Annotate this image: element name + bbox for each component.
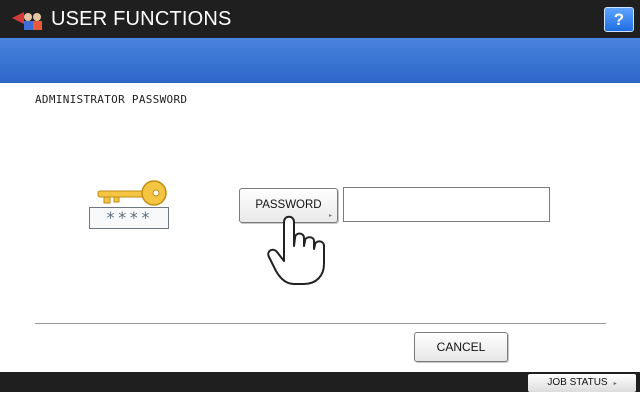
page-title: USER FUNCTIONS [51, 8, 232, 30]
job-status-button[interactable]: JOB STATUS ▸ [528, 374, 636, 392]
password-field[interactable] [343, 187, 550, 222]
arrow-right-icon: ▸ [613, 381, 617, 387]
help-button[interactable]: ? [604, 7, 634, 32]
screen: USER FUNCTIONS ? ADMINISTRATOR PASSWORD … [0, 0, 640, 392]
main-panel: ADMINISTRATOR PASSWORD **** PASSWORD ▸ C… [0, 83, 640, 372]
title-bar: USER FUNCTIONS ? [0, 0, 640, 38]
section-label: ADMINISTRATOR PASSWORD [35, 93, 188, 106]
divider [35, 323, 606, 324]
user-functions-icon [12, 12, 42, 30]
job-status-label: JOB STATUS [547, 377, 608, 388]
header-band [0, 38, 640, 83]
password-mask-indicator: **** [89, 207, 169, 229]
hand-pointer-icon [267, 215, 325, 285]
cancel-button[interactable]: CANCEL [414, 332, 508, 362]
